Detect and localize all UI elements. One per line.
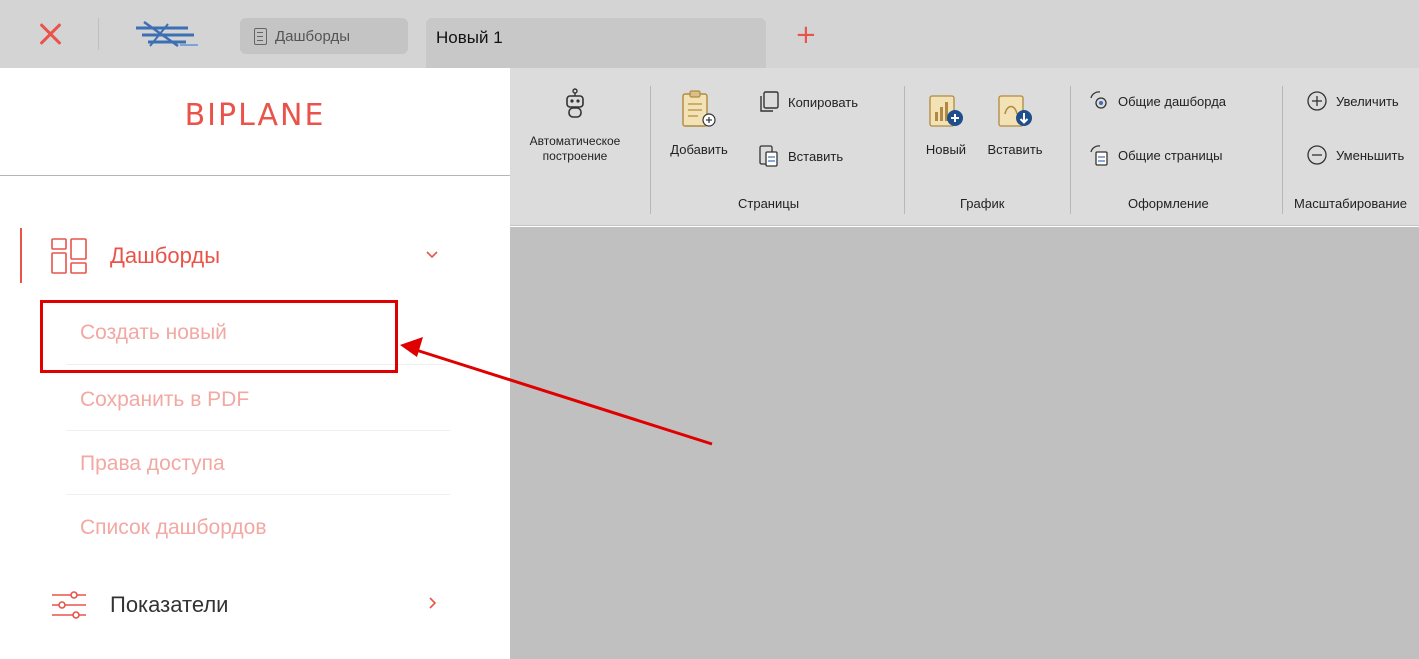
sidebar-item-indicators[interactable]: Показатели [50, 583, 450, 627]
zoom-out-label: Уменьшить [1336, 147, 1405, 163]
sliders-icon [52, 591, 86, 619]
design-group-label: Оформление [1128, 196, 1209, 211]
submenu-divider [66, 494, 450, 495]
zoom-in-label: Увеличить [1336, 93, 1399, 109]
ribbon-divider [650, 86, 651, 214]
auto-build-label-1: Автоматическое [529, 134, 621, 148]
shared-pages-label: Общие страницы [1118, 147, 1223, 163]
copy-icon [760, 91, 779, 112]
shared-pages-button[interactable]: Общие страницы [1088, 144, 1223, 166]
tab-dashboards[interactable]: Дашборды [240, 18, 408, 54]
auto-build-label-2: построение [542, 149, 608, 163]
shared-dashboards-label: Общие дашборда [1118, 93, 1227, 109]
add-page-button[interactable]: Добавить [662, 90, 736, 157]
sidebar-item-indicators-label: Показатели [110, 592, 229, 617]
copy-page-button[interactable]: Копировать [758, 90, 858, 114]
chevron-down-icon[interactable] [424, 246, 440, 262]
chart-add-icon [929, 95, 963, 127]
submenu-access-rights[interactable]: Права доступа [80, 452, 225, 476]
submenu-save-pdf[interactable]: Сохранить в PDF [80, 388, 249, 412]
paste-chart-button[interactable]: Вставить [982, 90, 1048, 157]
gear-cycle-icon [1090, 91, 1107, 109]
toolbar-ribbon: Автоматическое построение Добавить Копир… [510, 68, 1419, 226]
zoom-in-button[interactable]: Увеличить [1306, 90, 1399, 112]
new-chart-button[interactable]: Новый [914, 90, 978, 157]
new-chart-label: Новый [925, 142, 967, 157]
ribbon-divider [1282, 86, 1283, 214]
ribbon-divider [904, 86, 905, 214]
submenu-divider [66, 430, 450, 431]
paste-page-label: Вставить [788, 148, 844, 164]
dashboard-grid-icon [51, 238, 87, 274]
copy-page-label: Копировать [788, 94, 858, 110]
auto-build-button[interactable]: Автоматическое построение [510, 88, 640, 164]
tab-divider [98, 18, 99, 50]
chart-group-label: График [960, 196, 1005, 211]
zoom-out-icon [1307, 145, 1327, 165]
paste-icon [759, 145, 778, 167]
zoom-out-button[interactable]: Уменьшить [1306, 144, 1404, 166]
ribbon-divider [1070, 86, 1071, 214]
robot-icon [566, 88, 584, 118]
paste-page-button[interactable]: Вставить [758, 144, 843, 168]
brand-divider [0, 175, 510, 176]
tab-new-1-label: Новый 1 [436, 28, 503, 47]
biplane-logo-icon[interactable] [128, 18, 200, 50]
chevron-right-icon[interactable] [424, 595, 440, 611]
dashboard-canvas[interactable] [510, 227, 1419, 659]
paste-chart-label: Вставить [987, 142, 1043, 157]
annotation-highlight-box [40, 300, 398, 373]
add-page-label: Добавить [670, 142, 728, 157]
pages-group-label: Страницы [738, 196, 800, 211]
close-icon[interactable] [36, 20, 64, 48]
submenu-dashboard-list[interactable]: Список дашбордов [80, 516, 266, 540]
shared-page-icon [1090, 145, 1108, 166]
tab-bar: Дашборды Новый 1 + [0, 0, 1419, 68]
document-icon [254, 27, 267, 45]
chart-paste-icon [998, 95, 1032, 127]
zoom-group-label: Масштабирование [1294, 196, 1408, 211]
tab-new-1[interactable]: Новый 1 [426, 18, 766, 68]
sidebar-item-dashboards-label: Дашборды [110, 243, 220, 268]
shared-dashboards-button[interactable]: Общие дашборда [1088, 90, 1226, 112]
sidebar-item-dashboards[interactable]: Дашборды [50, 234, 450, 278]
active-indicator [20, 228, 22, 283]
zoom-group: Увеличить Уменьшить Масштабирование [1292, 68, 1419, 226]
add-tab-plus-icon[interactable]: + [795, 22, 817, 48]
tab-dashboards-label: Дашборды [275, 27, 350, 45]
clipboard-add-icon [682, 90, 716, 127]
brand-logo: BIPLANE [184, 98, 326, 133]
zoom-in-icon [1307, 91, 1327, 111]
